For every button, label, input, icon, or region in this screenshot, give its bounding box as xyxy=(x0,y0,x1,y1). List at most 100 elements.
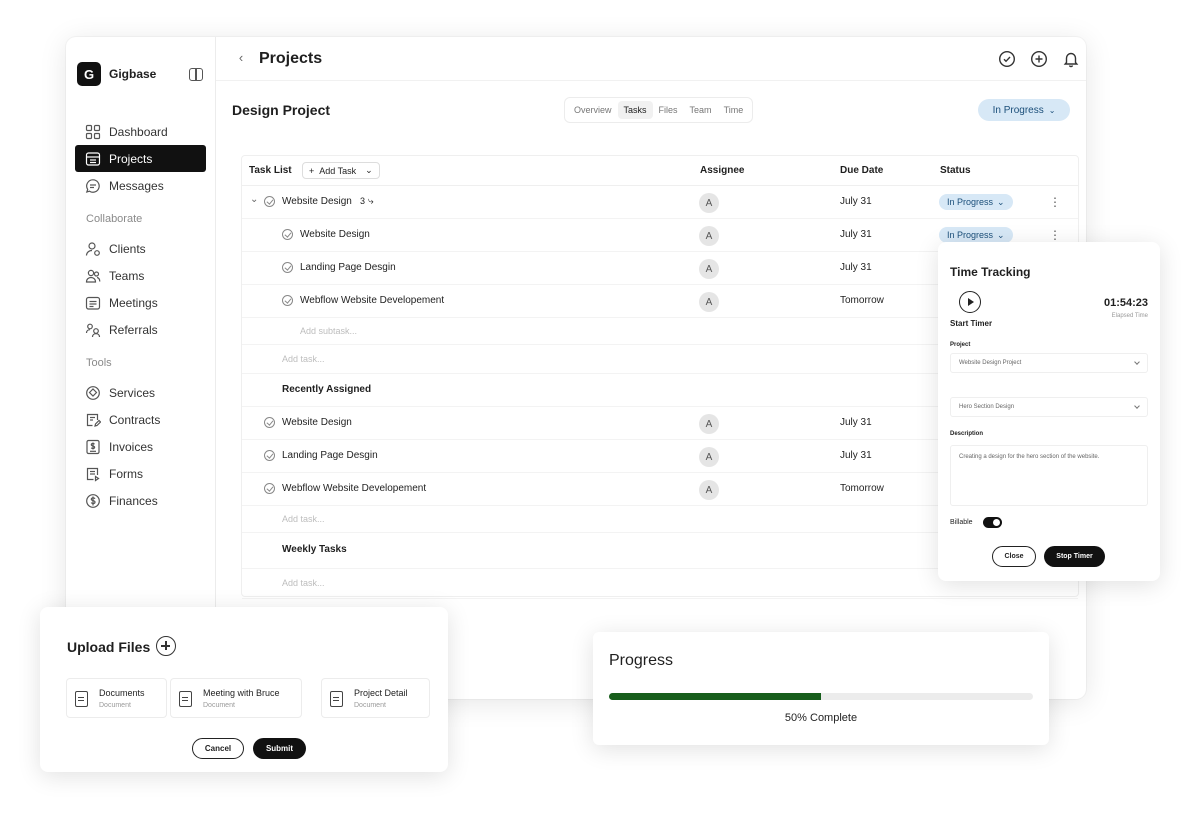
more-options-icon[interactable]: ⋮ xyxy=(1049,195,1061,209)
top-header: ‹ Projects A xyxy=(216,37,1086,81)
cancel-button[interactable]: Cancel xyxy=(192,738,244,759)
upload-files-title: Upload Files xyxy=(67,639,151,655)
group-title: Weekly Tasks xyxy=(282,544,347,555)
chevron-down-icon xyxy=(1134,359,1140,365)
sidebar-item-meetings[interactable]: Meetings xyxy=(75,289,206,316)
add-task-input[interactable]: Add task... xyxy=(282,354,325,364)
upload-files-panel: Upload Files Documents Document Meeting … xyxy=(40,607,448,772)
play-icon[interactable] xyxy=(959,291,981,313)
progress-panel: Progress 50% Complete xyxy=(593,632,1049,745)
task-check-icon[interactable] xyxy=(282,262,293,273)
document-icon xyxy=(179,691,192,707)
sidebar-item-label: Finances xyxy=(109,493,158,508)
sidebar-item-invoices[interactable]: Invoices xyxy=(75,433,206,460)
sidebar-item-dashboard[interactable]: Dashboard xyxy=(75,118,206,145)
sidebar-item-label: Contracts xyxy=(109,412,161,427)
task-status-dropdown[interactable]: In Progress ⌄ xyxy=(939,194,1013,210)
meetings-icon xyxy=(85,295,101,311)
assignee-avatar[interactable]: A xyxy=(699,292,719,312)
time-tracking-title: Time Tracking xyxy=(950,265,1031,279)
chevron-down-icon: ⌄ xyxy=(997,229,1005,240)
column-task-list: Task List xyxy=(249,165,292,176)
assignee-avatar[interactable]: A xyxy=(699,226,719,246)
task-name: Website Design xyxy=(282,196,352,207)
task-check-icon[interactable] xyxy=(264,450,275,461)
assignee-avatar[interactable]: A xyxy=(699,259,719,279)
sidebar-item-projects[interactable]: Projects xyxy=(75,145,206,172)
sidebar-item-messages[interactable]: Messages xyxy=(75,172,206,199)
plus-icon: + xyxy=(309,165,315,176)
sidebar-item-finances[interactable]: Finances xyxy=(75,487,206,514)
sidebar-item-label: Referrals xyxy=(109,322,158,337)
sidebar-item-referrals[interactable]: Referrals xyxy=(75,316,206,343)
column-due-date: Due Date xyxy=(840,165,884,176)
contracts-icon xyxy=(85,412,101,428)
file-card[interactable]: Meeting with Bruce Document xyxy=(170,678,302,718)
progress-bar xyxy=(609,693,1033,700)
back-button[interactable]: ‹ xyxy=(233,50,249,66)
add-subtask-input[interactable]: Add subtask... xyxy=(300,326,357,336)
sidebar-section-title: Tools xyxy=(86,357,112,369)
tab-overview[interactable]: Overview xyxy=(568,101,618,119)
sidebar-item-label: Messages xyxy=(109,178,164,193)
invoices-icon xyxy=(85,439,101,455)
services-icon xyxy=(85,385,101,401)
app-window: G Gigbase Dashboard Projects Messages Co… xyxy=(66,37,1086,699)
check-circle-icon[interactable] xyxy=(998,50,1016,68)
sidebar-item-contracts[interactable]: Contracts xyxy=(75,406,206,433)
submit-button[interactable]: Submit xyxy=(253,738,306,759)
subtask-count: 3 xyxy=(360,196,366,206)
sidebar-item-clients[interactable]: Clients xyxy=(75,235,206,262)
project-status-dropdown[interactable]: In Progress ⌄ xyxy=(978,99,1070,121)
chevron-down-icon[interactable]: ⌄ xyxy=(365,165,373,176)
assignee-avatar[interactable]: A xyxy=(699,414,719,434)
document-icon xyxy=(330,691,343,707)
add-task-button[interactable]: + Add Task ⌄ xyxy=(302,162,380,179)
tab-time[interactable]: Time xyxy=(718,101,750,119)
task-select[interactable]: Hero Section Design xyxy=(950,397,1148,417)
add-circle-icon[interactable] xyxy=(1030,50,1048,68)
assignee-avatar[interactable]: A xyxy=(699,480,719,500)
assignee-avatar[interactable]: A xyxy=(699,447,719,467)
billable-toggle[interactable] xyxy=(983,517,1002,528)
sidebar-item-services[interactable]: Services xyxy=(75,379,206,406)
sidebar-item-forms[interactable]: Forms xyxy=(75,460,206,487)
tab-files[interactable]: Files xyxy=(653,101,684,119)
file-card[interactable]: Project Detail Document xyxy=(321,678,430,718)
sidebar-nav: Dashboard Projects Messages Collaborate … xyxy=(75,118,206,514)
task-check-icon[interactable] xyxy=(264,417,275,428)
sidebar-collapse-icon[interactable] xyxy=(189,68,203,81)
task-check-icon[interactable] xyxy=(282,295,293,306)
sidebar-item-label: Dashboard xyxy=(109,124,168,139)
tab-tasks[interactable]: Tasks xyxy=(617,101,653,119)
description-textarea[interactable]: Creating a design for the hero section o… xyxy=(950,445,1148,506)
file-card[interactable]: Documents Document xyxy=(66,678,167,718)
sidebar-item-label: Clients xyxy=(109,241,146,256)
task-select-value: Hero Section Design xyxy=(959,404,1015,410)
task-check-icon[interactable] xyxy=(264,196,275,207)
collapse-chevron-icon[interactable]: ⌄ xyxy=(250,194,258,205)
add-task-input[interactable]: Add task... xyxy=(282,514,325,524)
notification-bell-icon[interactable] xyxy=(1062,50,1080,68)
due-date: July 31 xyxy=(840,417,872,428)
task-status-dropdown[interactable]: In Progress ⌄ xyxy=(939,227,1013,243)
brand[interactable]: G Gigbase xyxy=(77,62,156,86)
finances-icon xyxy=(85,493,101,509)
more-options-icon[interactable]: ⋮ xyxy=(1049,228,1061,242)
task-check-icon[interactable] xyxy=(282,229,293,240)
task-check-icon[interactable] xyxy=(264,483,275,494)
stop-timer-button[interactable]: Stop Timer xyxy=(1044,546,1105,567)
document-icon xyxy=(75,691,88,707)
assignee-avatar[interactable]: A xyxy=(699,193,719,213)
add-file-icon[interactable] xyxy=(156,636,176,656)
project-select[interactable]: Website Design Project xyxy=(950,353,1148,373)
close-button[interactable]: Close xyxy=(992,546,1036,567)
dashboard-icon xyxy=(85,124,101,140)
table-row[interactable]: ⌄ Website Design 3 ⤷ A July 31 In Progre… xyxy=(242,186,1078,219)
teams-icon xyxy=(85,268,101,284)
tab-team[interactable]: Team xyxy=(684,101,718,119)
task-name: Website Design xyxy=(300,229,370,240)
add-task-input[interactable]: Add task... xyxy=(282,578,325,588)
due-date: July 31 xyxy=(840,450,872,461)
sidebar-item-teams[interactable]: Teams xyxy=(75,262,206,289)
